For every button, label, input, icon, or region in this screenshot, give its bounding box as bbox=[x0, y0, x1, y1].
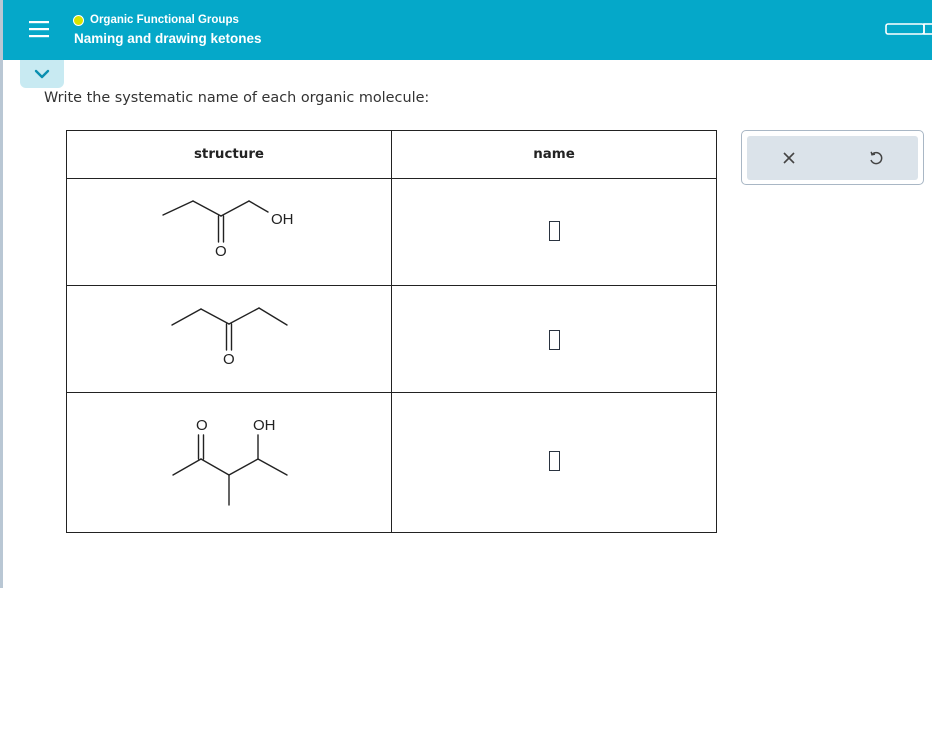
name-answer-input[interactable] bbox=[549, 451, 560, 471]
topic-status-dot bbox=[73, 14, 84, 26]
name-answer-input[interactable] bbox=[549, 221, 560, 241]
topic-line: Organic Functional Groups bbox=[73, 12, 239, 28]
name-column-header: name bbox=[391, 130, 717, 179]
oxygen-label: O bbox=[215, 243, 227, 260]
structure-cell: O OH bbox=[66, 392, 392, 533]
molecule-structure: OH O bbox=[162, 200, 294, 260]
collapse-header-button[interactable] bbox=[20, 60, 64, 88]
menu-button[interactable] bbox=[22, 13, 56, 45]
header-bar: Organic Functional Groups Naming and dra… bbox=[3, 0, 932, 60]
battery-icon bbox=[885, 21, 932, 40]
left-border bbox=[0, 0, 3, 588]
answer-tools-panel bbox=[741, 130, 924, 185]
tools-bar bbox=[747, 136, 918, 180]
oxygen-label: O bbox=[196, 417, 208, 434]
name-answer-input[interactable] bbox=[549, 330, 560, 350]
name-cell bbox=[391, 178, 717, 286]
table-row: O bbox=[66, 285, 717, 393]
lesson-title: Naming and drawing ketones bbox=[74, 31, 262, 46]
name-cell bbox=[391, 285, 717, 393]
question-instruction: Write the systematic name of each organi… bbox=[44, 90, 430, 106]
close-icon bbox=[783, 152, 795, 164]
undo-button[interactable] bbox=[864, 146, 888, 170]
table-row: O OH bbox=[66, 392, 717, 533]
naming-table: structure name OH O O O OH bbox=[66, 130, 717, 533]
chevron-down-icon bbox=[34, 69, 50, 79]
molecule-structure: O bbox=[171, 307, 288, 368]
hydroxyl-label: OH bbox=[271, 211, 294, 228]
table-header-row: structure name bbox=[66, 130, 717, 179]
structure-column-header: structure bbox=[66, 130, 392, 179]
name-cell bbox=[391, 392, 717, 533]
structure-cell: OH O bbox=[66, 178, 392, 286]
undo-icon bbox=[870, 151, 883, 165]
oxygen-label: O bbox=[223, 351, 235, 368]
table-row: OH O bbox=[66, 178, 717, 286]
molecule-structure: O OH bbox=[172, 417, 288, 506]
hamburger-menu-icon bbox=[29, 21, 49, 38]
clear-button[interactable] bbox=[777, 146, 801, 170]
structure-cell: O bbox=[66, 285, 392, 393]
topic-label: Organic Functional Groups bbox=[90, 14, 239, 26]
hydroxyl-label: OH bbox=[253, 417, 276, 434]
